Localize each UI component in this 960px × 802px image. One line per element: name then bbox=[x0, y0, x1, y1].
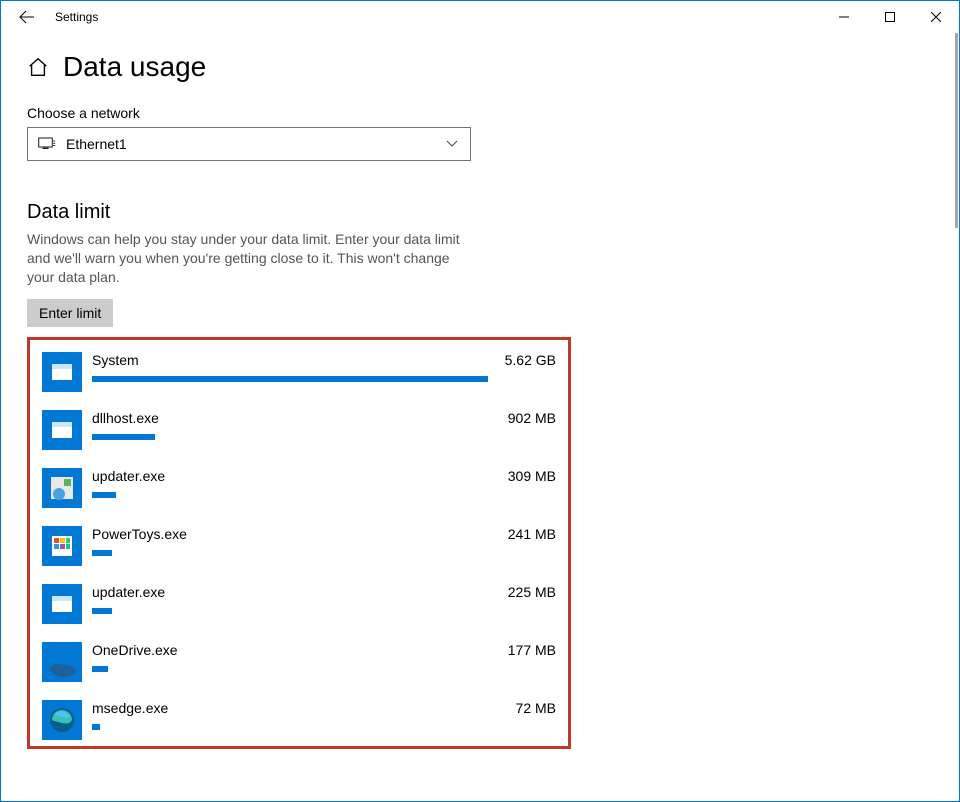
app-name: msedge.exe bbox=[92, 700, 168, 716]
app-row: updater.exe 225 MB bbox=[42, 584, 556, 624]
app-icon bbox=[42, 700, 82, 740]
app-usage-value: 72 MB bbox=[516, 700, 556, 716]
settings-window: Settings Data usage Choose a network bbox=[0, 0, 960, 802]
home-icon[interactable] bbox=[27, 56, 49, 78]
minimize-button[interactable] bbox=[821, 1, 867, 33]
network-value: Ethernet1 bbox=[66, 136, 127, 152]
app-row: OneDrive.exe 177 MB bbox=[42, 642, 556, 682]
app-icon bbox=[42, 584, 82, 624]
window-controls bbox=[821, 1, 959, 33]
content-area: Data usage Choose a network Ethernet1 Da… bbox=[1, 33, 959, 801]
window-title: Settings bbox=[55, 10, 98, 24]
app-body: OneDrive.exe 177 MB bbox=[92, 642, 556, 672]
app-usage-value: 225 MB bbox=[508, 584, 556, 600]
apps-usage-list: System 5.62 GB dllhost.exe 902 MB updater.ex… bbox=[27, 337, 571, 749]
usage-bar-fill bbox=[92, 724, 100, 730]
usage-bar-fill bbox=[92, 550, 112, 556]
minimize-icon bbox=[839, 12, 849, 22]
app-name: updater.exe bbox=[92, 584, 165, 600]
app-icon bbox=[42, 468, 82, 508]
usage-bar-fill bbox=[92, 434, 155, 440]
app-usage-value: 902 MB bbox=[508, 410, 556, 426]
close-button[interactable] bbox=[913, 1, 959, 33]
chevron-down-icon bbox=[446, 140, 458, 148]
page-header: Data usage bbox=[27, 51, 933, 83]
usage-bar-track bbox=[92, 492, 488, 498]
data-limit-title: Data limit bbox=[27, 201, 933, 224]
app-row: System 5.62 GB bbox=[42, 352, 556, 392]
network-label: Choose a network bbox=[27, 105, 933, 121]
close-icon bbox=[931, 12, 941, 22]
data-limit-description: Windows can help you stay under your dat… bbox=[27, 230, 469, 287]
app-row: updater.exe 309 MB bbox=[42, 468, 556, 508]
usage-bar-track bbox=[92, 724, 488, 730]
app-icon bbox=[42, 352, 82, 392]
app-body: updater.exe 225 MB bbox=[92, 584, 556, 614]
usage-bar-track bbox=[92, 434, 488, 440]
app-usage-value: 5.62 GB bbox=[505, 352, 556, 368]
app-row: dllhost.exe 902 MB bbox=[42, 410, 556, 450]
app-body: System 5.62 GB bbox=[92, 352, 556, 382]
app-body: msedge.exe 72 MB bbox=[92, 700, 556, 730]
app-body: dllhost.exe 902 MB bbox=[92, 410, 556, 440]
network-select[interactable]: Ethernet1 bbox=[27, 127, 471, 161]
enter-limit-button[interactable]: Enter limit bbox=[27, 299, 113, 327]
app-name: updater.exe bbox=[92, 468, 165, 484]
maximize-icon bbox=[885, 12, 895, 22]
arrow-left-icon bbox=[19, 9, 35, 25]
monitor-icon bbox=[38, 137, 56, 151]
app-name: PowerToys.exe bbox=[92, 526, 187, 542]
usage-bar-fill bbox=[92, 492, 116, 498]
app-row: msedge.exe 72 MB bbox=[42, 700, 556, 740]
app-body: updater.exe 309 MB bbox=[92, 468, 556, 498]
app-name: System bbox=[92, 352, 139, 368]
app-name: dllhost.exe bbox=[92, 410, 159, 426]
app-icon bbox=[42, 410, 82, 450]
app-usage-value: 177 MB bbox=[508, 642, 556, 658]
app-icon bbox=[42, 642, 82, 682]
app-usage-value: 241 MB bbox=[508, 526, 556, 542]
app-usage-value: 309 MB bbox=[508, 468, 556, 484]
usage-bar-fill bbox=[92, 666, 108, 672]
usage-bar-fill bbox=[92, 608, 112, 614]
back-button[interactable] bbox=[9, 1, 45, 33]
titlebar: Settings bbox=[1, 1, 959, 33]
usage-bar-track bbox=[92, 550, 488, 556]
usage-bar-track bbox=[92, 376, 488, 382]
usage-bar-track bbox=[92, 666, 488, 672]
usage-bar-fill bbox=[92, 376, 488, 382]
page-title: Data usage bbox=[63, 51, 206, 83]
app-body: PowerToys.exe 241 MB bbox=[92, 526, 556, 556]
usage-bar-track bbox=[92, 608, 488, 614]
app-row: PowerToys.exe 241 MB bbox=[42, 526, 556, 566]
app-icon bbox=[42, 526, 82, 566]
app-name: OneDrive.exe bbox=[92, 642, 178, 658]
maximize-button[interactable] bbox=[867, 1, 913, 33]
